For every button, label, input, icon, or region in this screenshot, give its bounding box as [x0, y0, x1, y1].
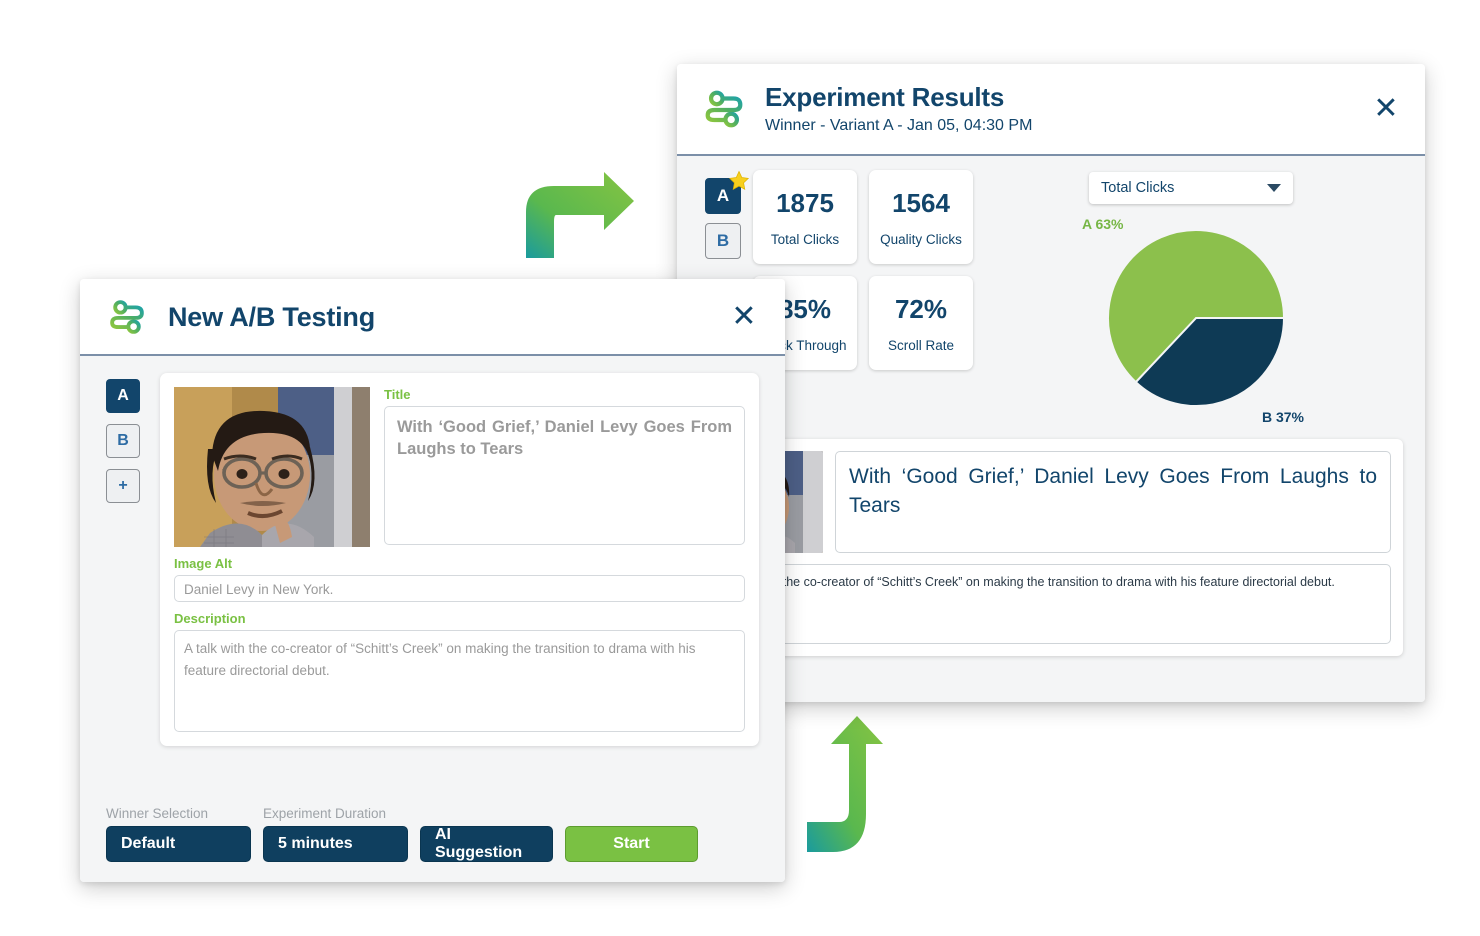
experiment-duration-label: Experiment Duration	[263, 806, 387, 821]
clicks-pie-chart: A 63% B 37%	[1076, 210, 1306, 425]
arrow-up-curved-icon	[807, 716, 883, 852]
stat-card-scroll-rate: 72% Scroll Rate	[869, 276, 973, 370]
results-dialog-title: Experiment Results	[765, 81, 1005, 112]
ab-title-group: New A/B Testing	[168, 301, 727, 333]
winner-selection-label: Winner Selection	[106, 806, 209, 821]
variant-a-label: A	[716, 186, 730, 205]
stat-value: 72%	[894, 293, 948, 324]
ab-title-field-label: Title	[384, 387, 411, 402]
results-top-section: A B 1875 Total Clicks 1564 Quality Click…	[699, 170, 1403, 425]
variant-b-label: B	[716, 231, 730, 250]
ai-suggestion-button[interactable]: AI Suggestion	[420, 826, 553, 862]
ab-variant-b-label: B	[117, 432, 129, 449]
variant-button-b[interactable]: B	[705, 223, 741, 259]
ab-description-input[interactable]: A talk with the co-creator of “Schitt’s …	[174, 630, 745, 732]
variant-preview-card: With ‘Good Grief,’ Daniel Levy Goes From…	[699, 439, 1403, 656]
stat-value: 1564	[892, 187, 950, 218]
ab-dialog-body: A B + Title With ‘Good Grief,’ Daniel Le…	[80, 356, 785, 882]
ab-title-input[interactable]: With ‘Good Grief,’ Daniel Levy Goes From…	[384, 406, 745, 545]
chart-column: Total Clicks A 63% B 37%	[979, 170, 1403, 425]
ab-dialog-header: New A/B Testing ✕	[80, 279, 785, 356]
experiment-duration-select[interactable]: 5 minutes	[263, 826, 408, 862]
results-title-group: Experiment Results Winner - Variant A - …	[765, 82, 1369, 137]
ab-variant-button-b[interactable]: B	[106, 424, 140, 458]
screen-canvas: Experiment Results Winner - Variant A - …	[0, 0, 1480, 936]
ab-variant-form-card: Title With ‘Good Grief,’ Daniel Levy Goe…	[160, 373, 759, 746]
stat-value: 1875	[776, 187, 834, 218]
footer-labels-row: Winner Selection Experiment Duration	[106, 806, 759, 822]
metric-select-dropdown[interactable]: Total Clicks	[1089, 172, 1293, 204]
ab-add-variant-button[interactable]: +	[106, 469, 140, 503]
winner-star-icon	[729, 170, 750, 190]
pie-chart-svg	[1107, 229, 1286, 407]
chevron-down-icon	[1267, 184, 1281, 192]
results-close-icon[interactable]: ✕	[1369, 92, 1403, 126]
wind-swirl-logo-icon	[106, 296, 148, 338]
ab-variant-button-a[interactable]: A	[106, 379, 140, 413]
pie-label-b: B 37%	[1261, 409, 1304, 425]
metric-select-value: Total Clicks	[1101, 180, 1175, 196]
preview-top-row: With ‘Good Grief,’ Daniel Levy Goes From…	[711, 451, 1391, 553]
results-dialog-header: Experiment Results Winner - Variant A - …	[677, 64, 1425, 156]
stats-grid: 1875 Total Clicks 1564 Quality Clicks 85…	[753, 170, 973, 370]
arrow-right-curved-icon	[526, 172, 634, 258]
ab-main-section: A B + Title With ‘Good Grief,’ Daniel Le…	[106, 373, 759, 746]
results-dialog-body: A B 1875 Total Clicks 1564 Quality Click…	[677, 156, 1425, 702]
ab-image-alt-input[interactable]: Daniel Levy in New York.	[174, 575, 745, 602]
stat-card-quality-clicks: 1564 Quality Clicks	[869, 170, 973, 264]
pie-label-a: A 63%	[1082, 216, 1124, 232]
stat-label: Total Clicks	[770, 231, 840, 247]
winner-selection-select[interactable]: Default	[106, 826, 251, 862]
experiment-results-dialog: Experiment Results Winner - Variant A - …	[677, 64, 1425, 702]
results-variant-rail: A B	[699, 170, 750, 268]
ab-title-column: Title With ‘Good Grief,’ Daniel Levy Goe…	[384, 387, 745, 545]
preview-description-text: A talk with the co-creator of “Schitt’s …	[711, 564, 1391, 644]
ab-dialog-title: New A/B Testing	[168, 301, 376, 332]
ab-dialog-footer: Winner Selection Experiment Duration Def…	[106, 806, 759, 882]
start-button[interactable]: Start	[565, 826, 698, 862]
ab-variant-a-label: A	[117, 387, 129, 404]
wind-swirl-logo-icon	[701, 86, 747, 132]
footer-buttons-row: Default 5 minutes AI Suggestion Start	[106, 826, 759, 862]
variant-button-a[interactable]: A	[705, 170, 750, 214]
plus-icon: +	[118, 477, 128, 494]
new-ab-testing-dialog: New A/B Testing ✕ A B + Title With ‘Good…	[80, 279, 785, 882]
ab-description-field-label: Description	[174, 611, 246, 626]
ab-image-title-row: Title With ‘Good Grief,’ Daniel Levy Goe…	[174, 387, 745, 547]
ab-thumbnail-image[interactable]	[174, 387, 370, 547]
ab-variant-rail: A B +	[106, 373, 152, 514]
stat-label: Quality Clicks	[880, 231, 962, 247]
ab-alt-field-label: Image Alt	[174, 556, 233, 571]
ab-close-icon[interactable]: ✕	[727, 300, 761, 334]
stat-label: Scroll Rate	[887, 337, 955, 353]
stat-card-total-clicks: 1875 Total Clicks	[753, 170, 857, 264]
stat-value: 85%	[778, 293, 832, 324]
preview-title-text: With ‘Good Grief,’ Daniel Levy Goes From…	[835, 451, 1391, 553]
results-dialog-subtitle: Winner - Variant A - Jan 05, 04:30 PM	[765, 116, 1033, 134]
